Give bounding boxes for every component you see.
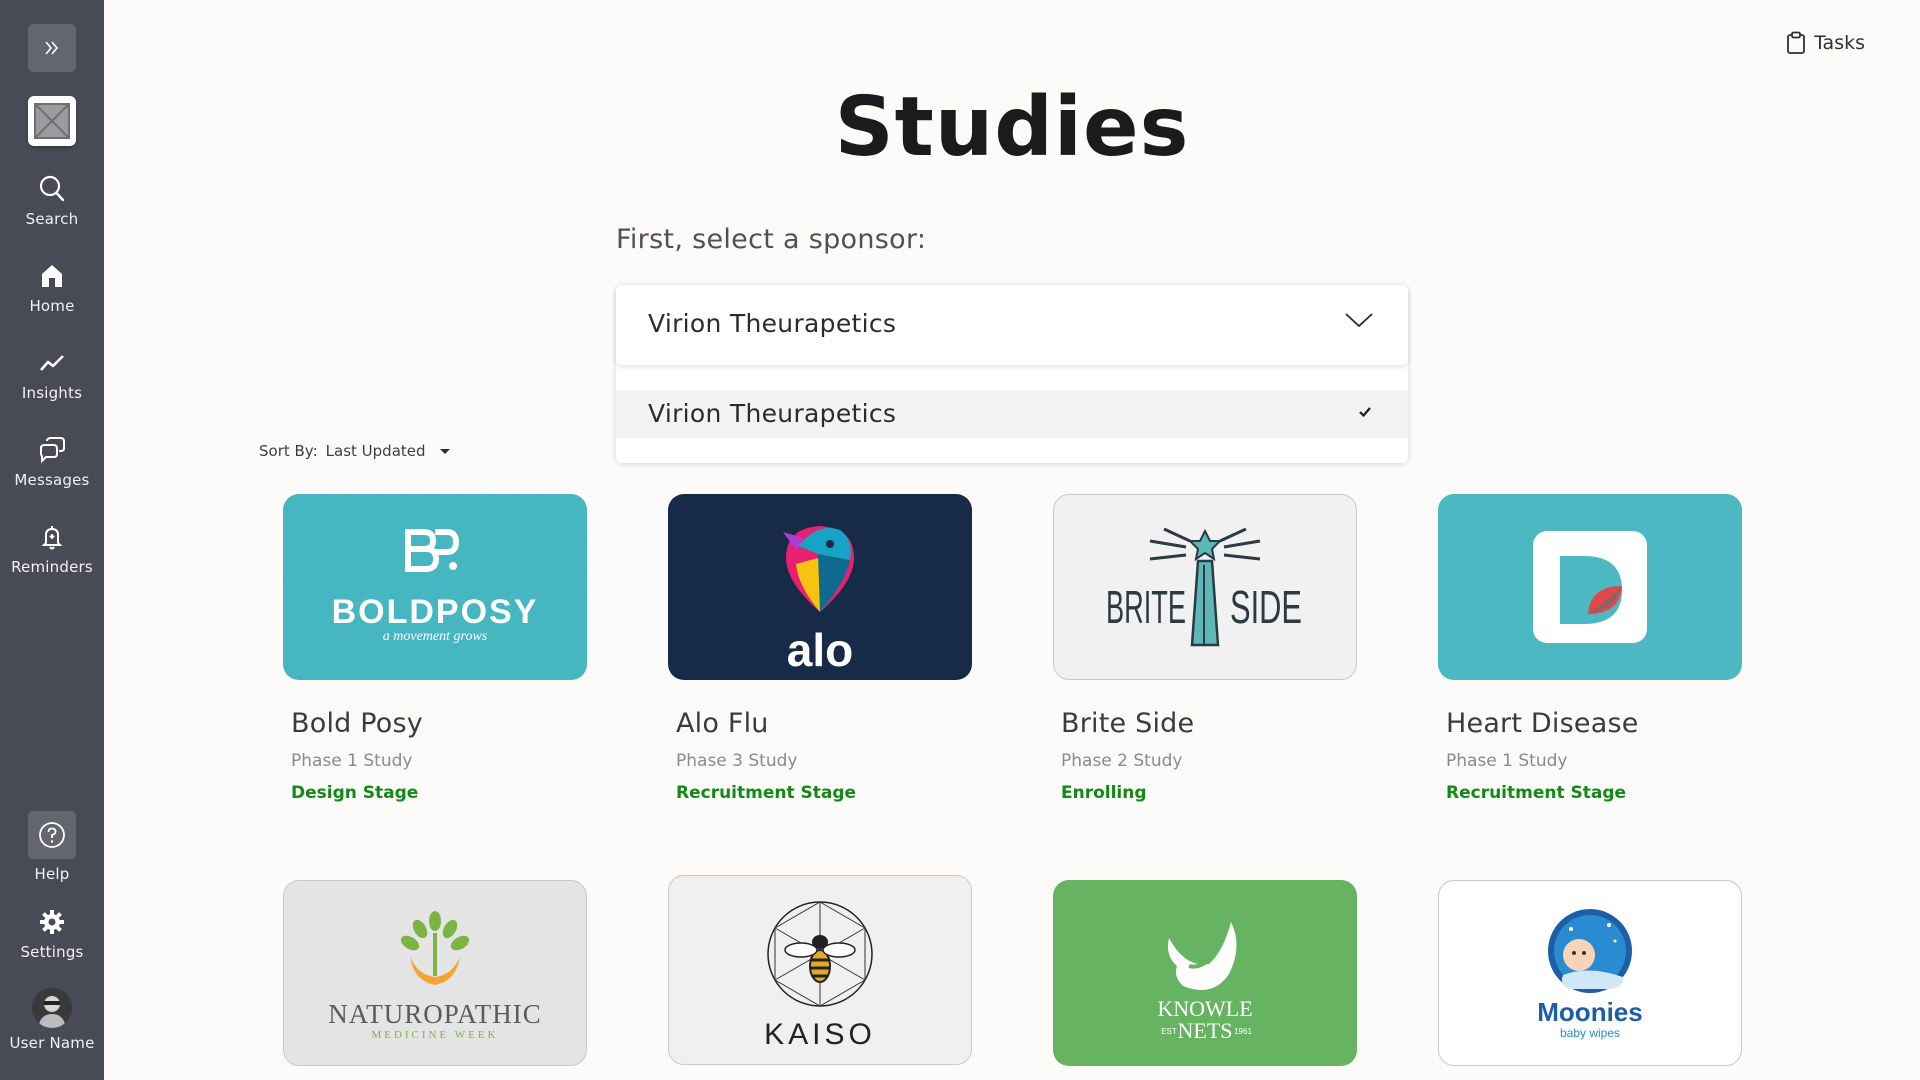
sort-value: Last Updated <box>325 442 426 460</box>
knowle-logo-subtext: NETS <box>1178 1018 1233 1043</box>
naturopathic-logo-subtext: MEDICINE WEEK <box>371 1029 498 1041</box>
sponsor-prompt: First, select a sponsor: <box>616 224 927 255</box>
alo-logo-text: alo <box>787 624 853 676</box>
moonies-logo: Moonies baby wipes <box>1537 909 1643 1040</box>
sidebar: Search Home Insights Messages Reminders … <box>0 0 104 1080</box>
study-thumbnail[interactable]: NATUROPATHIC MEDICINE WEEK <box>283 880 587 1066</box>
study-card[interactable]: NATUROPATHIC MEDICINE WEEK <box>283 880 587 1066</box>
sidebar-item-label: Reminders <box>11 558 93 576</box>
study-thumbnail[interactable]: Moonies baby wipes <box>1438 880 1742 1066</box>
sidebar-item-user[interactable]: User Name <box>0 988 104 1052</box>
boldposy-logo-text: BOLDPOSY <box>332 593 539 631</box>
sponsor-select[interactable]: Virion Theurapetics <box>616 285 1408 365</box>
image-placeholder-icon <box>34 103 70 139</box>
kaiso-logo: KAISO <box>764 901 876 1051</box>
study-stage-badge: Recruitment Stage <box>1446 783 1627 803</box>
caret-down-icon <box>439 449 450 454</box>
sponsor-option[interactable]: Virion Theurapetics <box>616 390 1408 438</box>
study-title[interactable]: Bold Posy <box>291 708 587 739</box>
help-icon <box>39 822 65 848</box>
knowle-logo-year: 1961 <box>1234 1027 1252 1036</box>
sidebar-item-label: Insights <box>21 384 83 402</box>
sidebar-item-home[interactable]: Home <box>0 261 104 315</box>
brite-side-logo-text-right: SIDE <box>1230 581 1302 633</box>
tasks-button[interactable]: Tasks <box>1786 31 1865 55</box>
bell-icon <box>41 526 63 550</box>
study-phase: Phase 1 Study <box>1446 751 1568 771</box>
search-icon <box>39 175 65 202</box>
sponsor-select-value: Virion Theurapetics <box>648 309 897 338</box>
study-phase: Phase 3 Study <box>676 751 798 771</box>
sort-control[interactable]: Sort By: Last Updated <box>259 442 452 460</box>
org-logo-placeholder[interactable] <box>28 96 76 146</box>
study-title[interactable]: Heart Disease <box>1446 708 1742 739</box>
boldposy-logo-tagline: a movement grows <box>383 629 488 644</box>
clipboard-icon <box>1787 31 1805 54</box>
kaiso-logo-text: KAISO <box>764 1018 876 1051</box>
tasks-label: Tasks <box>1814 32 1865 54</box>
study-phase: Phase 1 Study <box>291 751 413 771</box>
study-phase: Phase 2 Study <box>1061 751 1183 771</box>
study-thumbnail[interactable]: alo <box>668 494 972 680</box>
study-card[interactable]: KAISO <box>668 875 972 1065</box>
study-stage-badge: Design Stage <box>291 783 419 803</box>
sponsor-dropdown: Virion Theurapetics Virion Theurapetics <box>616 285 1408 463</box>
study-card[interactable]: BRITE SIDE Brite Side Phase 2 Study Enro… <box>1053 494 1357 803</box>
checkmark-icon <box>1359 407 1371 418</box>
expand-sidebar-button[interactable] <box>28 24 76 72</box>
sidebar-item-label: Settings <box>20 943 84 961</box>
page-title: Studies <box>834 80 1190 175</box>
double-chevron-right-icon <box>45 41 59 55</box>
heart-disease-logo <box>1533 531 1647 643</box>
brite-side-logo: BRITE SIDE <box>1106 527 1302 647</box>
sidebar-item-label: Home <box>29 297 75 315</box>
avatar[interactable] <box>32 988 72 1028</box>
gear-icon <box>40 910 64 934</box>
trend-line-icon <box>40 355 64 371</box>
moonies-logo-text: Moonies <box>1537 997 1642 1027</box>
study-thumbnail[interactable] <box>1438 494 1742 680</box>
boldposy-logo: BOLDPOSY a movement grows <box>283 494 587 680</box>
naturopathic-logo-text: NATUROPATHIC <box>328 999 542 1029</box>
study-thumbnail[interactable]: KNOWLE NETS EST 1961 <box>1053 880 1357 1066</box>
study-card[interactable]: KNOWLE NETS EST 1961 <box>1053 880 1357 1066</box>
study-card[interactable]: alo Alo Flu Phase 3 Study Recruitment St… <box>668 494 972 803</box>
sidebar-item-label: User Name <box>9 1034 95 1052</box>
knowle-nets-logo: KNOWLE NETS EST 1961 <box>1157 922 1253 1043</box>
study-stage-badge: Enrolling <box>1061 783 1147 803</box>
chevron-down-icon <box>1345 313 1373 328</box>
sponsor-option-label: Virion Theurapetics <box>648 399 897 428</box>
knowle-logo-est: EST <box>1161 1027 1177 1036</box>
study-card[interactable]: Heart Disease Phase 1 Study Recruitment … <box>1438 494 1742 803</box>
naturopathic-logo: NATUROPATHIC MEDICINE WEEK <box>328 911 542 1041</box>
study-title[interactable]: Alo Flu <box>676 708 972 739</box>
help-button[interactable] <box>28 811 76 859</box>
study-thumbnail[interactable]: BRITE SIDE <box>1053 494 1357 680</box>
study-thumbnail[interactable]: BOLDPOSY a movement grows <box>283 494 587 680</box>
alo-logo: alo <box>783 526 854 676</box>
sidebar-item-label: Help <box>34 865 70 883</box>
home-icon <box>42 265 62 287</box>
sort-label: Sort By: <box>259 442 318 460</box>
user-avatar-icon <box>32 988 72 1028</box>
brite-side-logo-text-left: BRITE <box>1106 581 1186 633</box>
sidebar-item-label: Messages <box>14 471 90 489</box>
sidebar-item-reminders[interactable]: Reminders <box>0 522 104 576</box>
study-title[interactable]: Brite Side <box>1061 708 1357 739</box>
study-thumbnail[interactable]: KAISO <box>668 875 972 1065</box>
sidebar-item-search[interactable]: Search <box>0 174 104 228</box>
sidebar-item-label: Search <box>25 210 79 228</box>
sidebar-item-settings[interactable]: Settings <box>0 907 104 961</box>
sidebar-item-messages[interactable]: Messages <box>0 435 104 489</box>
sidebar-item-insights[interactable]: Insights <box>0 348 104 402</box>
moonies-logo-subtext: baby wipes <box>1560 1026 1620 1040</box>
study-card[interactable]: Moonies baby wipes <box>1438 880 1742 1066</box>
chat-bubbles-icon <box>40 437 65 464</box>
study-card[interactable]: BOLDPOSY a movement grows Bold Posy Phas… <box>283 494 587 803</box>
study-stage-badge: Recruitment Stage <box>676 783 857 803</box>
sidebar-item-help[interactable]: Help <box>0 811 104 883</box>
